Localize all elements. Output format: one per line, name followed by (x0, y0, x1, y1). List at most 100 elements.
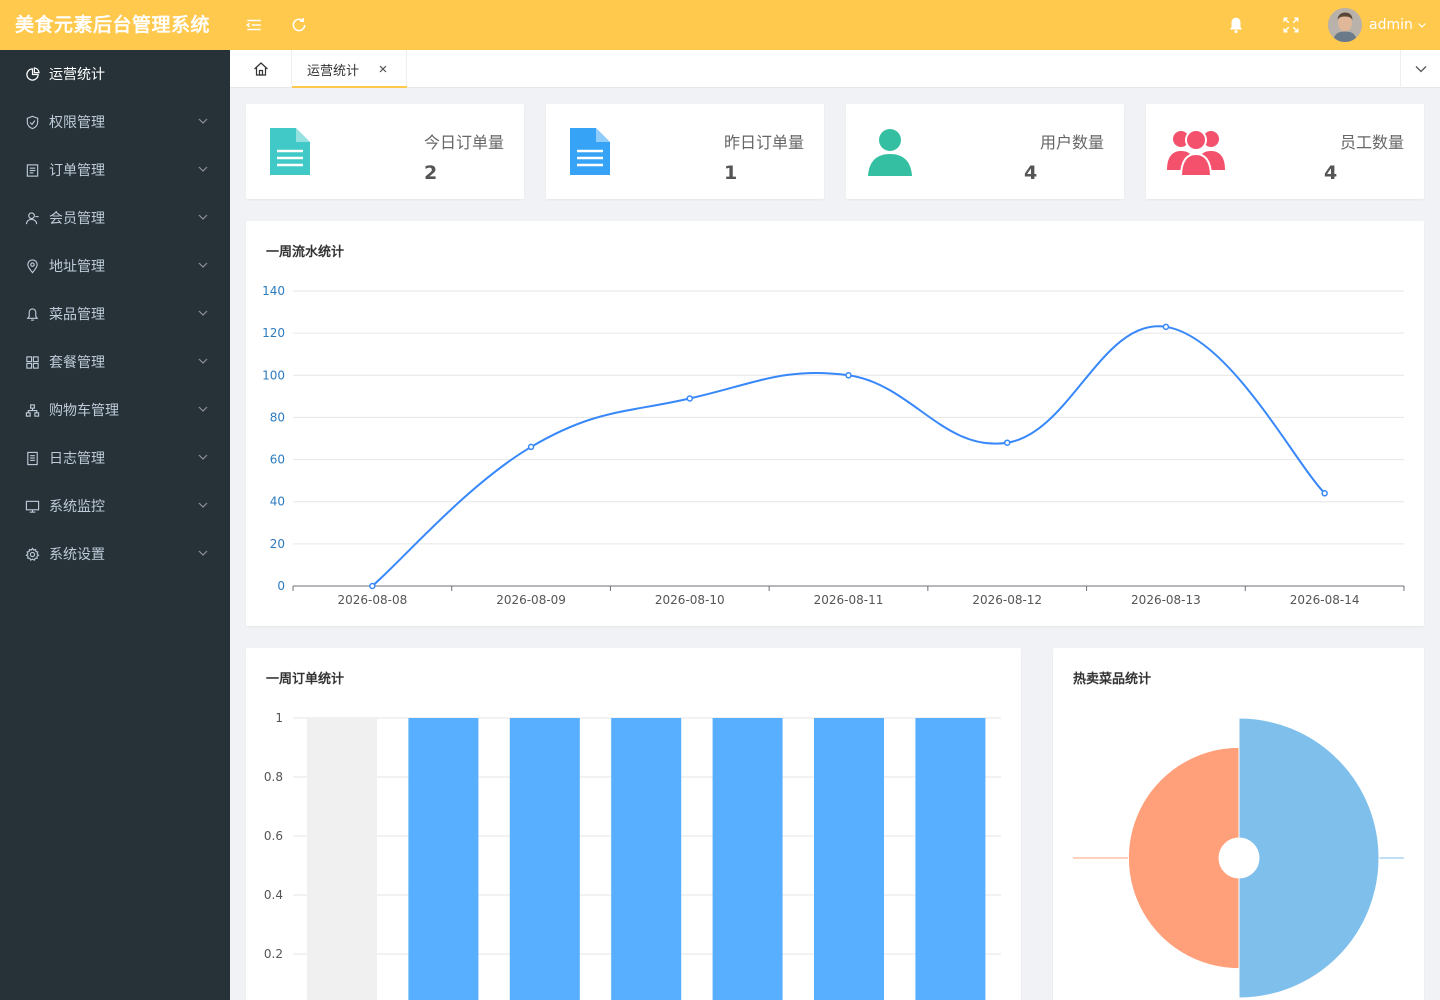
sidebar-item-operation-stats[interactable]: 运营统计 (0, 50, 230, 98)
bar (814, 718, 884, 1000)
x-tick-label: 2026-08-10 (655, 593, 725, 607)
sidebar-item-permission[interactable]: 权限管理 (0, 98, 230, 146)
data-point (1003, 439, 1011, 446)
stat-label: 今日订单量 (423, 133, 504, 152)
chevron-down-icon (198, 550, 208, 556)
stat-value: 1 (724, 162, 738, 184)
sidebar-item-orders[interactable]: 订单管理 (0, 146, 230, 194)
data-point (369, 582, 376, 590)
revenue-chart-panel: 一周流水统计 0 20 40 60 80 100 120 140 2026-08-08 2026-… (246, 221, 1424, 626)
x-tick-label: 2026-08-11 (814, 593, 884, 607)
stat-card-user-count: 用户数量 4 (846, 104, 1124, 199)
y-tick-label: 0.6 (264, 829, 283, 843)
orders-bar-chart: 1 0.8 0.6 0.4 0.2 (264, 711, 1001, 1000)
stat-value: 4 (1024, 162, 1038, 184)
y-tick-label: 120 (262, 326, 285, 340)
sidebar-item-members[interactable]: 会员管理 (0, 194, 230, 242)
sidebar-item-label: 权限管理 (49, 115, 105, 131)
sidebar-item-label: 系统监控 (49, 499, 105, 515)
data-point (845, 372, 852, 379)
sidebar-item-logs[interactable]: 日志管理 (0, 434, 230, 482)
y-tick-label: 0.4 (264, 888, 283, 902)
document-icon (570, 128, 610, 175)
y-tick-label: 1 (275, 711, 283, 725)
x-tick-label: 2026-08-13 (1131, 593, 1201, 607)
stat-card-yesterday-orders: 昨日订单量 1 (546, 104, 824, 199)
user-name[interactable]: admin (1369, 17, 1413, 33)
sidebar-item-combos[interactable]: 套餐管理 (0, 338, 230, 386)
app-title: 美食元素后台管理系统 (15, 14, 211, 36)
top-header: 美食元素后台管理系统 admin (0, 0, 1440, 50)
tab-more-button[interactable] (1400, 50, 1440, 88)
y-tick-label: 140 (262, 284, 285, 298)
x-tick-label: 2026-08-12 (972, 593, 1042, 607)
chevron-down-icon (198, 358, 208, 364)
y-tick-label: 80 (270, 410, 285, 424)
bar (915, 718, 986, 1000)
series-line (371, 325, 1326, 587)
sidebar-item-label: 菜品管理 (49, 307, 105, 323)
bar (611, 718, 682, 1000)
chevron-down-icon[interactable] (1417, 20, 1427, 30)
sidebar-item-label: 会员管理 (49, 211, 105, 227)
chevron-down-icon (1415, 66, 1426, 73)
data-point (686, 395, 694, 402)
list-icon (26, 163, 39, 177)
grid-icon (26, 355, 39, 369)
y-tick-label: 0.8 (264, 770, 283, 784)
data-point (1162, 323, 1170, 331)
x-tick-label: 2026-08-08 (337, 593, 407, 607)
stat-card-staff-count: 员工数量 4 (1146, 104, 1424, 199)
sidebar-item-label: 运营统计 (49, 67, 105, 83)
sidebar-item-address[interactable]: 地址管理 (0, 242, 230, 290)
menu-fold-icon[interactable] (245, 16, 263, 34)
sidebar-item-dishes[interactable]: 菜品管理 (0, 290, 230, 338)
orders-chart-panel: 一周订单统计 1 0.8 0.6 0.4 0.2 (246, 648, 1021, 1000)
bar (408, 718, 479, 1000)
tab-bar: 运营统计 (230, 50, 1440, 88)
bell-icon (26, 307, 39, 321)
y-tick-label: 40 (270, 495, 285, 509)
pie-slice (1127, 746, 1240, 970)
sidebar-item-settings[interactable]: 系统设置 (0, 530, 230, 578)
monitor-icon (25, 500, 40, 513)
chevron-down-icon (198, 214, 208, 220)
stat-label: 用户数量 (1039, 133, 1104, 152)
sidebar-item-cart[interactable]: 购物车管理 (0, 386, 230, 434)
user-icon (25, 211, 39, 224)
hot-dishes-rose-chart (1073, 717, 1404, 999)
bell-icon[interactable] (1227, 16, 1245, 34)
pie-chart-icon (26, 66, 40, 81)
tab-home[interactable] (230, 50, 292, 88)
sidebar-item-monitor[interactable]: 系统监控 (0, 482, 230, 530)
chevron-down-icon (198, 262, 208, 268)
stat-label: 昨日订单量 (723, 133, 804, 152)
pie-slice (1238, 717, 1380, 999)
fullscreen-icon[interactable] (1282, 16, 1300, 34)
y-tick-label: 0.2 (264, 947, 283, 961)
refresh-icon[interactable] (290, 16, 308, 34)
org-chart-icon (25, 403, 40, 417)
chevron-down-icon (198, 406, 208, 412)
tab-operation-stats[interactable]: 运营统计 (292, 50, 407, 88)
hot-dishes-chart-panel: 热卖菜品统计 (1053, 648, 1424, 1000)
sidebar: 运营统计 权限管理 订单管理 会员管理 地址管理 菜品管理 套餐管理 购物车管理… (0, 50, 230, 1000)
gear-icon (25, 546, 40, 561)
stat-card-today-orders: 今日订单量 2 (246, 104, 524, 199)
stat-value: 2 (424, 162, 438, 184)
stat-value: 4 (1324, 162, 1338, 184)
location-icon (27, 258, 38, 273)
user-icon (868, 129, 912, 176)
chevron-down-icon (198, 118, 208, 124)
avatar[interactable] (1328, 8, 1362, 42)
sidebar-item-label: 系统设置 (49, 547, 105, 563)
document-icon (270, 128, 310, 175)
sidebar-item-label: 地址管理 (49, 259, 105, 275)
team-icon (1167, 129, 1225, 177)
user-menu[interactable]: admin (1328, 8, 1427, 42)
sidebar-item-label: 套餐管理 (49, 355, 105, 371)
close-icon[interactable] (378, 64, 388, 74)
data-point (527, 443, 535, 451)
chevron-down-icon (198, 454, 208, 460)
y-tick-label: 60 (270, 453, 285, 467)
